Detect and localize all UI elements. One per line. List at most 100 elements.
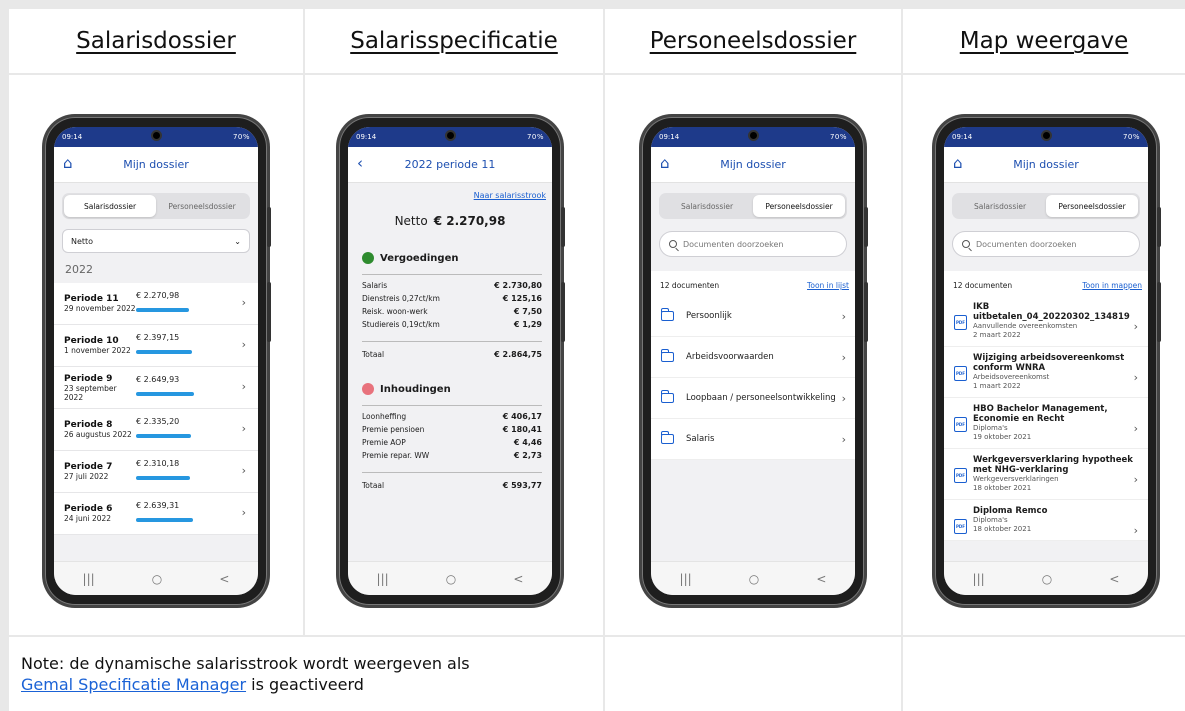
back-icon[interactable]: < bbox=[816, 572, 826, 586]
period-name: Periode 8 bbox=[64, 420, 113, 430]
spec-label: Reisk. woon-werk bbox=[362, 307, 428, 316]
spec-label: Loonheffing bbox=[362, 412, 407, 421]
camera-icon bbox=[1041, 130, 1052, 141]
document-row[interactable]: PDF Wijziging arbeidsovereenkomst conform… bbox=[944, 347, 1148, 398]
netto-dropdown[interactable]: Netto ⌄ bbox=[62, 229, 250, 253]
chevron-right-icon: › bbox=[1133, 422, 1138, 435]
segment-control: Salarisdossier Personeelsdossier bbox=[659, 193, 847, 219]
period-date: 26 augustus 2022 bbox=[64, 430, 132, 439]
period-row[interactable]: Periode 11 29 november 2022 € 2.270,98 › bbox=[54, 283, 258, 325]
spec-value: € 7,50 bbox=[513, 307, 542, 316]
tab-personeelsdossier[interactable]: Personeelsdossier bbox=[156, 195, 248, 217]
document-category: Diploma's bbox=[973, 424, 1008, 432]
chevron-right-icon: › bbox=[841, 391, 846, 405]
tab-personeelsdossier[interactable]: Personeelsdossier bbox=[753, 195, 845, 217]
cell-phone-1: 09:14 70% ⌂ Mijn dossier Salarisdossier P… bbox=[9, 75, 303, 635]
header-personeelsdossier: Personeelsdossier bbox=[605, 9, 901, 73]
tab-salarisdossier[interactable]: Salarisdossier bbox=[661, 195, 753, 217]
document-row[interactable]: PDF Diploma Remco Diploma's 18 oktober 2021… bbox=[944, 500, 1148, 541]
search-input[interactable]: Documenten doorzoeken bbox=[952, 231, 1140, 257]
period-row[interactable]: Periode 10 1 november 2022 € 2.397,15 › bbox=[54, 325, 258, 367]
chevron-right-icon: › bbox=[1133, 371, 1138, 384]
app-title: Mijn dossier bbox=[123, 158, 189, 171]
document-text: IKB uitbetalen_04_20220302_134819 Aanvull… bbox=[973, 302, 1135, 340]
home-button-icon[interactable]: ○ bbox=[749, 572, 759, 586]
chevron-right-icon: › bbox=[841, 432, 846, 446]
phone-screen: 09:14 70% ‹ 2022 periode 11 Naar salariss… bbox=[348, 127, 552, 595]
period-amount: € 2.270,98 bbox=[136, 291, 180, 300]
spec-label: Salaris bbox=[362, 281, 388, 290]
spec-line: Dienstreis 0,27ct/km € 125,16 bbox=[362, 292, 542, 305]
period-row[interactable]: Periode 6 24 juni 2022 € 2.639,31 › bbox=[54, 493, 258, 535]
header-link[interactable]: Salarisdossier bbox=[76, 28, 236, 54]
tab-salarisdossier[interactable]: Salarisdossier bbox=[64, 195, 156, 217]
toggle-folders-link[interactable]: Toon in mappen bbox=[1082, 281, 1142, 290]
chevron-right-icon: › bbox=[241, 338, 246, 351]
folder-row[interactable]: Arbeidsvoorwaarden › bbox=[651, 337, 855, 378]
spec-label: Studiereis 0,19ct/km bbox=[362, 320, 440, 329]
gemal-link[interactable]: Gemal Specificatie Manager bbox=[21, 675, 246, 694]
folder-row[interactable]: Loopbaan / personeelsontwikkeling › bbox=[651, 378, 855, 419]
red-dot-icon bbox=[362, 383, 374, 395]
document-row[interactable]: PDF IKB uitbetalen_04_20220302_134819 Aanv… bbox=[944, 296, 1148, 347]
document-date: 18 oktober 2021 bbox=[973, 525, 1032, 533]
phone-screen: 09:14 70% ⌂ Mijn dossier Salarisdossier P… bbox=[54, 127, 258, 595]
document-date: 19 oktober 2021 bbox=[973, 433, 1032, 441]
document-date: 18 oktober 2021 bbox=[973, 484, 1032, 492]
recent-apps-icon[interactable]: ||| bbox=[680, 572, 692, 586]
period-row[interactable]: Periode 8 26 augustus 2022 € 2.335,20 › bbox=[54, 409, 258, 451]
header-link[interactable]: Salarisspecificatie bbox=[350, 28, 558, 54]
back-icon[interactable]: < bbox=[513, 572, 523, 586]
home-button-icon[interactable]: ○ bbox=[152, 572, 162, 586]
recent-apps-icon[interactable]: ||| bbox=[83, 572, 95, 586]
document-title: Diploma Remco bbox=[973, 506, 1048, 516]
back-icon[interactable]: < bbox=[1109, 572, 1119, 586]
app-title: Mijn dossier bbox=[720, 158, 786, 171]
header-link[interactable]: Personeelsdossier bbox=[650, 28, 857, 54]
document-category: Aanvullende overeenkomsten bbox=[973, 322, 1078, 330]
period-amount-bar bbox=[136, 392, 194, 396]
pdf-file-icon: PDF bbox=[954, 366, 967, 381]
chevron-right-icon: › bbox=[1133, 524, 1138, 537]
period-name: Periode 7 bbox=[64, 462, 113, 472]
back-icon[interactable]: < bbox=[219, 572, 229, 586]
period-amount-bar bbox=[136, 476, 190, 480]
document-row[interactable]: PDF HBO Bachelor Management, Economie en … bbox=[944, 398, 1148, 449]
home-button-icon[interactable]: ○ bbox=[1042, 572, 1052, 586]
toggle-list-link[interactable]: Toon in lijst bbox=[807, 281, 849, 290]
period-amount: € 2.335,20 bbox=[136, 417, 180, 426]
chevron-right-icon: › bbox=[841, 350, 846, 364]
header-map-weergave: Map weergave bbox=[903, 9, 1185, 73]
camera-icon bbox=[748, 130, 759, 141]
folder-row[interactable]: Persoonlijk › bbox=[651, 296, 855, 337]
spec-line: Salaris € 2.730,80 bbox=[362, 279, 542, 292]
segment-control: Salarisdossier Personeelsdossier bbox=[952, 193, 1140, 219]
folder-list: Persoonlijk › Arbeidsvoorwaarden › Loopbaan … bbox=[651, 296, 855, 460]
home-button-icon[interactable]: ○ bbox=[446, 572, 456, 586]
document-date: 1 maart 2022 bbox=[973, 382, 1021, 390]
chevron-right-icon: › bbox=[241, 422, 246, 435]
period-date: 1 november 2022 bbox=[64, 346, 131, 355]
document-title: Werkgeversverklaring hypotheek met NHG-v… bbox=[973, 455, 1133, 475]
header-link[interactable]: Map weergave bbox=[960, 28, 1128, 54]
phone-screen: 09:14 70% ⌂ Mijn dossier Salarisdossier P… bbox=[944, 127, 1148, 595]
document-category: Werkgeversverklaringen bbox=[973, 475, 1059, 483]
search-input[interactable]: Documenten doorzoeken bbox=[659, 231, 847, 257]
tab-salarisdossier[interactable]: Salarisdossier bbox=[954, 195, 1046, 217]
chevron-right-icon: › bbox=[241, 296, 246, 309]
pdf-file-icon: PDF bbox=[954, 519, 967, 534]
document-row[interactable]: PDF Werkgeversverklaring hypotheek met NH… bbox=[944, 449, 1148, 500]
chevron-right-icon: › bbox=[241, 380, 246, 393]
inhoudingen-total: Totaal € 593,77 bbox=[362, 472, 542, 490]
document-text: Wijziging arbeidsovereenkomst conform WN… bbox=[973, 353, 1135, 391]
spec-label: Dienstreis 0,27ct/km bbox=[362, 294, 440, 303]
period-row[interactable]: Periode 7 27 juli 2022 € 2.310,18 › bbox=[54, 451, 258, 493]
recent-apps-icon[interactable]: ||| bbox=[377, 572, 389, 586]
tab-personeelsdossier[interactable]: Personeelsdossier bbox=[1046, 195, 1138, 217]
salarisstrook-link[interactable]: Naar salarisstrook bbox=[348, 183, 552, 200]
period-row[interactable]: Periode 9 23 september 2022 € 2.649,93 › bbox=[54, 367, 258, 409]
app-bar: ⌂ Mijn dossier bbox=[651, 147, 855, 183]
folder-row[interactable]: Salaris › bbox=[651, 419, 855, 460]
recent-apps-icon[interactable]: ||| bbox=[973, 572, 985, 586]
document-text: Werkgeversverklaring hypotheek met NHG-v… bbox=[973, 455, 1135, 493]
